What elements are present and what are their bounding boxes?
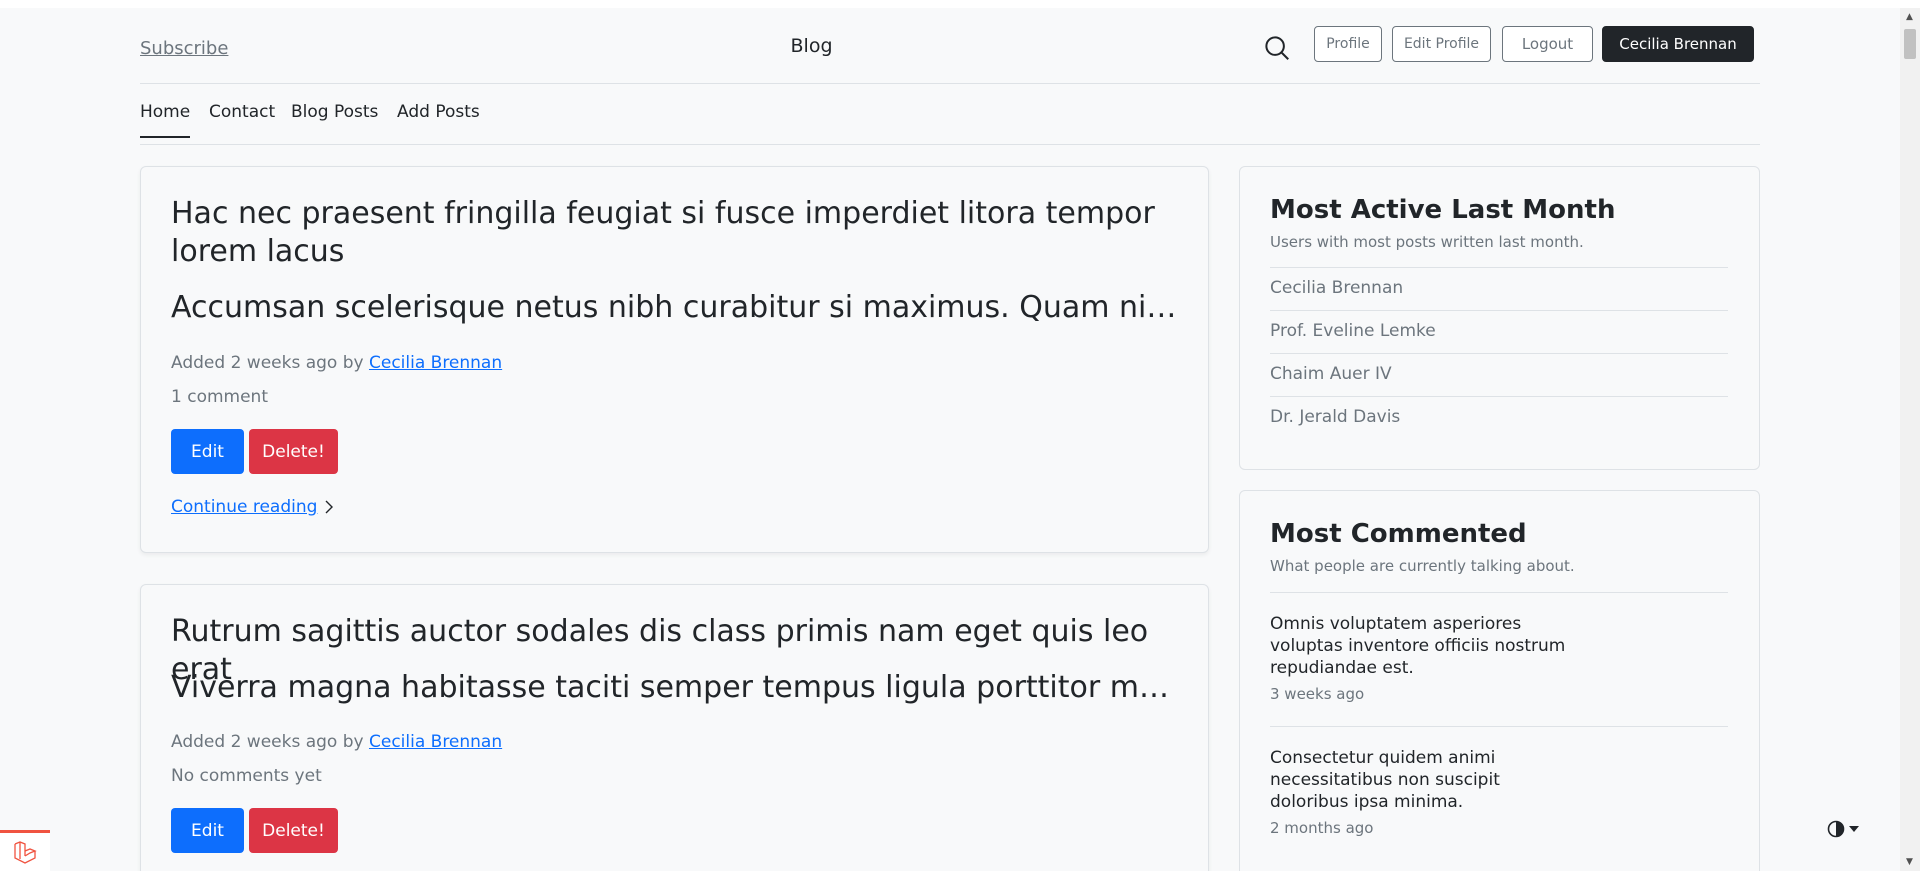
post-excerpt: Accumsan scelerisque netus nibh curabitu… (171, 290, 1178, 325)
scroll-down-arrow[interactable]: ▼ (1906, 857, 1913, 867)
most-commented-card: Most Commented What people are currently… (1239, 490, 1760, 871)
main-nav: Home Contact Blog Posts Add Posts (140, 84, 1760, 145)
nav-item-home[interactable]: Home (140, 102, 191, 138)
most-commented-title: Most Commented (1270, 519, 1527, 549)
list-item: Cecilia Brennan (1270, 267, 1728, 310)
most-active-list: Cecilia Brennan Prof. Eveline Lemke Chai… (1270, 267, 1728, 439)
logout-button[interactable]: Logout (1502, 26, 1593, 62)
site-header: Subscribe Blog Profile Edit Profile Logo… (140, 8, 1760, 84)
most-active-card: Most Active Last Month Users with most p… (1239, 166, 1760, 470)
user-menu-button[interactable]: Cecilia Brennan (1602, 26, 1754, 62)
commented-post-title[interactable]: Consectetur quidem animi necessitatibus … (1270, 747, 1580, 813)
list-item: Chaim Auer IV (1270, 353, 1728, 396)
laravel-debug-badge[interactable] (0, 830, 50, 871)
edit-post-button[interactable]: Edit (171, 808, 244, 853)
top-strip (0, 0, 1920, 8)
post-added-text: Added 2 weeks ago by (171, 353, 364, 373)
most-commented-subtitle: What people are currently talking about. (1270, 557, 1575, 575)
list-item: Omnis voluptatem asperiores voluptas inv… (1270, 592, 1728, 726)
commented-post-title[interactable]: Omnis voluptatem asperiores voluptas inv… (1270, 613, 1580, 679)
post-author-link[interactable]: Cecilia Brennan (369, 353, 502, 373)
post-excerpt: Viverra magna habitasse taciti semper te… (171, 670, 1178, 705)
delete-post-button[interactable]: Delete! (249, 808, 338, 853)
list-item: Dr. Jerald Davis (1270, 396, 1728, 439)
most-active-title: Most Active Last Month (1270, 195, 1616, 225)
delete-post-button[interactable]: Delete! (249, 429, 338, 474)
list-item: Prof. Eveline Lemke (1270, 310, 1728, 353)
continue-reading-label: Continue reading (171, 497, 318, 517)
post-card: Rutrum sagittis auctor sodales dis class… (140, 584, 1209, 871)
scrollbar[interactable]: ▲ ▼ (1900, 8, 1920, 871)
theme-toggle[interactable] (1827, 820, 1859, 838)
search-icon (1265, 36, 1289, 60)
profile-button[interactable]: Profile (1314, 26, 1382, 62)
scroll-thumb[interactable] (1904, 29, 1916, 59)
post-card: Hac nec praesent fringilla feugiat si fu… (140, 166, 1209, 553)
nav-item-add-posts[interactable]: Add Posts (397, 102, 480, 136)
post-meta: Added 2 weeks ago by Cecilia Brennan (171, 353, 502, 373)
contrast-icon (1827, 820, 1845, 838)
caret-down-icon (1849, 826, 1859, 832)
post-author-link[interactable]: Cecilia Brennan (369, 732, 502, 752)
search-button[interactable] (1262, 33, 1292, 63)
laravel-logo-icon (14, 841, 37, 864)
page-container: Subscribe Blog Profile Edit Profile Logo… (140, 8, 1760, 145)
post-meta: Added 2 weeks ago by Cecilia Brennan (171, 732, 502, 752)
most-active-subtitle: Users with most posts written last month… (1270, 233, 1584, 251)
scroll-up-arrow[interactable]: ▲ (1906, 12, 1913, 22)
commented-post-time: 2 months ago (1270, 819, 1374, 837)
post-comment-count: No comments yet (171, 766, 322, 786)
commented-post-time: 3 weeks ago (1270, 685, 1365, 703)
continue-reading-link[interactable]: Continue reading (171, 497, 335, 517)
post-comment-count: 1 comment (171, 387, 268, 407)
edit-profile-button[interactable]: Edit Profile (1392, 26, 1491, 62)
nav-item-blog-posts[interactable]: Blog Posts (291, 102, 378, 136)
post-added-text: Added 2 weeks ago by (171, 732, 364, 752)
nav-item-contact[interactable]: Contact (209, 102, 275, 136)
chevron-right-icon (325, 500, 334, 514)
post-title[interactable]: Hac nec praesent fringilla feugiat si fu… (171, 195, 1178, 271)
edit-post-button[interactable]: Edit (171, 429, 244, 474)
list-item: Consectetur quidem animi necessitatibus … (1270, 726, 1728, 860)
most-commented-list: Omnis voluptatem asperiores voluptas inv… (1270, 592, 1728, 860)
